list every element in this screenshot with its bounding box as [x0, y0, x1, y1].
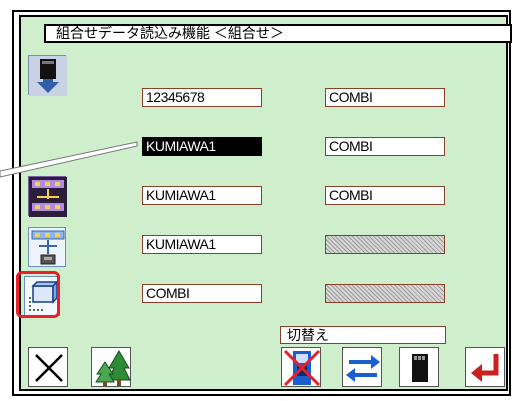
screen: 組合せデータ読込み機能 ＜組合せ＞ 12345678 COMBI KUMIAWA…: [0, 0, 519, 401]
close-button[interactable]: [28, 347, 68, 387]
tree-button[interactable]: [91, 347, 131, 387]
memory-card-button[interactable]: [399, 347, 439, 387]
switch-label: 切替え: [280, 326, 446, 344]
card-disabled-button[interactable]: [281, 347, 321, 387]
swap-button[interactable]: [342, 347, 382, 387]
enter-button[interactable]: [465, 347, 505, 387]
